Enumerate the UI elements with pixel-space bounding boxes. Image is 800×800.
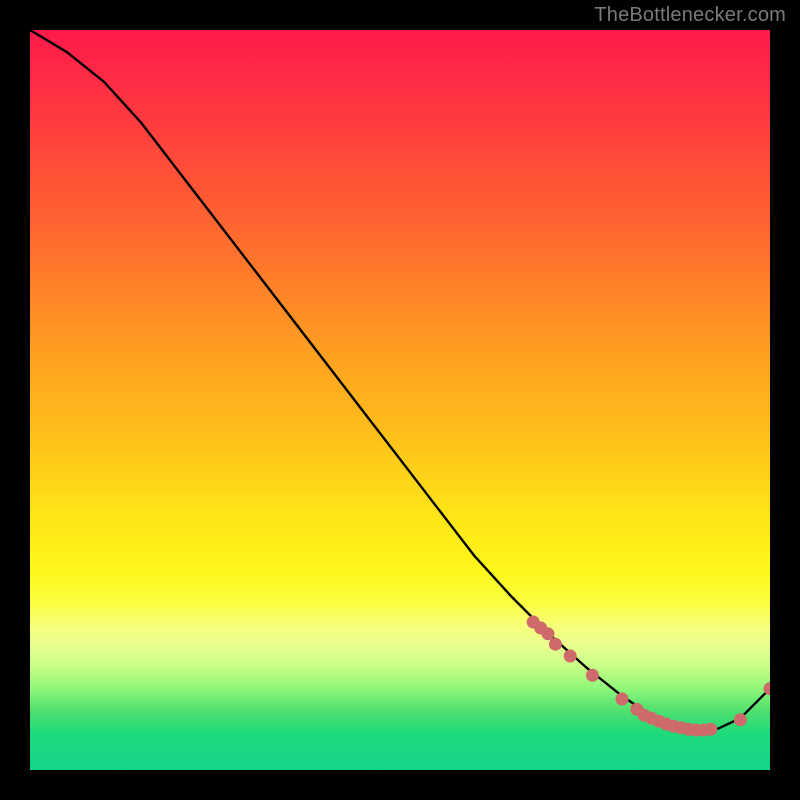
attribution-text: TheBottlenecker.com bbox=[594, 4, 786, 27]
plot-area bbox=[30, 30, 770, 770]
curve-overlay bbox=[30, 30, 770, 770]
marker-point bbox=[564, 650, 577, 663]
chart-container: TheBottlenecker.com bbox=[0, 0, 800, 800]
marker-point bbox=[542, 627, 555, 640]
marker-point bbox=[616, 693, 629, 706]
bottleneck-curve bbox=[30, 30, 770, 730]
marker-point bbox=[734, 713, 747, 726]
marker-point bbox=[549, 638, 562, 651]
marker-point bbox=[586, 669, 599, 682]
marker-point bbox=[704, 723, 717, 736]
curve-markers bbox=[527, 616, 770, 737]
